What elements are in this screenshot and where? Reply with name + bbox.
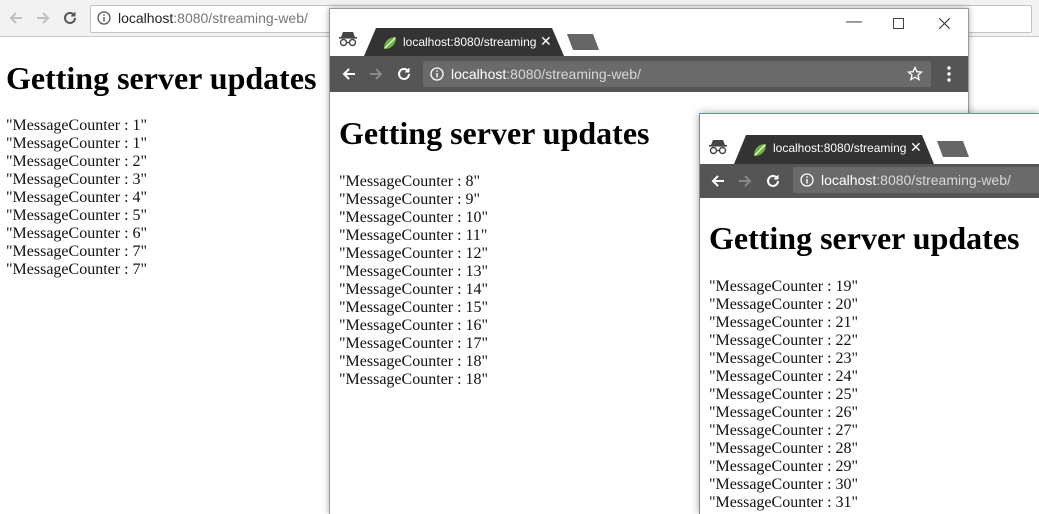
new-tab-button[interactable] (567, 34, 599, 50)
message-line: "MessageCounter : 4" (6, 189, 148, 206)
message-line: "MessageCounter : 19" (709, 278, 859, 295)
message-line: "MessageCounter : 1" (6, 135, 148, 152)
url-text: localhost:8080/streaming-web/ (118, 10, 308, 26)
address-bar[interactable]: localhost:8080/streaming-web/ (423, 61, 931, 87)
close-tab-icon[interactable]: ✕ (540, 33, 552, 50)
message-line: "MessageCounter : 20" (709, 296, 859, 313)
message-line: "MessageCounter : 23" (709, 350, 859, 367)
url-path: :8080/streaming-web/ (876, 172, 1011, 188)
toolbar: localhost:8080/streaming-web/ (700, 164, 1039, 198)
forward-arrow-icon[interactable] (735, 171, 755, 191)
maximize-icon[interactable] (893, 18, 904, 29)
page-title: Getting server updates (709, 220, 1020, 256)
address-bar[interactable]: localhost:8080/streaming-web/ (793, 167, 1039, 193)
tab-active[interactable]: localhost:8080/streaming ✕ (376, 28, 552, 56)
page-title: Getting server updates (339, 115, 650, 151)
message-line: "MessageCounter : 7" (6, 243, 148, 260)
title-bar: localhost:8080/streaming ✕ (700, 114, 1039, 164)
message-line: "MessageCounter : 3" (6, 171, 148, 188)
minimize-icon[interactable]: — (846, 13, 862, 31)
back-arrow-icon[interactable] (6, 8, 26, 28)
message-list: "MessageCounter : 1" "MessageCounter : 1"… (6, 117, 147, 279)
message-line: "MessageCounter : 11" (339, 227, 488, 244)
message-line: "MessageCounter : 26" (709, 404, 859, 421)
spring-leaf-icon (754, 144, 766, 156)
message-list: "MessageCounter : 19" "MessageCounter : 2… (709, 278, 858, 512)
message-line: "MessageCounter : 10" (339, 209, 489, 226)
url-host: localhost (118, 10, 174, 26)
url-host: localhost (451, 66, 507, 82)
reload-icon[interactable] (394, 64, 414, 84)
message-line: "MessageCounter : 16" (339, 317, 489, 334)
back-arrow-icon[interactable] (708, 171, 728, 191)
tab-title: localhost:8080/streaming (773, 141, 906, 155)
message-line: "MessageCounter : 27" (709, 422, 859, 439)
tab-title: localhost:8080/streaming (403, 35, 536, 49)
message-line: "MessageCounter : 8" (339, 173, 481, 190)
message-line: "MessageCounter : 15" (339, 299, 489, 316)
incognito-icon (709, 140, 727, 155)
message-line: "MessageCounter : 24" (709, 368, 859, 385)
url-path: :8080/streaming-web/ (173, 10, 308, 26)
info-icon[interactable] (97, 11, 111, 25)
incognito-icon (339, 32, 357, 47)
info-icon[interactable] (800, 173, 814, 187)
message-line: "MessageCounter : 6" (6, 225, 148, 242)
message-line: "MessageCounter : 18" (339, 353, 489, 370)
message-line: "MessageCounter : 25" (709, 386, 859, 403)
info-icon[interactable] (430, 67, 444, 81)
message-line: "MessageCounter : 13" (339, 263, 489, 280)
message-line: "MessageCounter : 22" (709, 332, 859, 349)
new-tab-button[interactable] (937, 141, 969, 157)
message-line: "MessageCounter : 9" (339, 191, 481, 208)
url-host: localhost (821, 172, 877, 188)
browser-window-3: localhost:8080/streaming ✕ localhost:808… (699, 113, 1039, 514)
title-bar: localhost:8080/streaming ✕ — (330, 9, 968, 56)
reload-icon[interactable] (60, 8, 80, 28)
message-line: "MessageCounter : 12" (339, 245, 489, 262)
url-text: localhost:8080/streaming-web/ (821, 172, 1011, 188)
message-line: "MessageCounter : 5" (6, 207, 148, 224)
message-line: "MessageCounter : 2" (6, 153, 148, 170)
page-title: Getting server updates (6, 60, 317, 96)
forward-arrow-icon[interactable] (366, 64, 386, 84)
message-list: "MessageCounter : 8" "MessageCounter : 9"… (339, 173, 488, 389)
message-line: "MessageCounter : 31" (709, 494, 859, 511)
close-tab-icon[interactable]: ✕ (910, 139, 922, 156)
star-icon[interactable] (907, 66, 923, 82)
kebab-menu-icon[interactable] (947, 66, 951, 82)
window-close-icon[interactable] (939, 18, 950, 29)
toolbar: localhost:8080/streaming-web/ (330, 56, 968, 92)
spring-leaf-icon (384, 37, 396, 49)
message-line: "MessageCounter : 7" (6, 261, 148, 278)
reload-icon[interactable] (763, 171, 783, 191)
url-text: localhost:8080/streaming-web/ (451, 66, 641, 82)
url-path: :8080/streaming-web/ (506, 66, 641, 82)
tab-active[interactable]: localhost:8080/streaming ✕ (746, 135, 922, 163)
forward-arrow-icon[interactable] (33, 8, 53, 28)
message-line: "MessageCounter : 18" (339, 371, 489, 388)
back-arrow-icon[interactable] (339, 64, 359, 84)
message-line: "MessageCounter : 29" (709, 458, 859, 475)
message-line: "MessageCounter : 21" (709, 314, 859, 331)
message-line: "MessageCounter : 1" (6, 117, 148, 134)
message-line: "MessageCounter : 28" (709, 440, 859, 457)
message-line: "MessageCounter : 30" (709, 476, 859, 493)
message-line: "MessageCounter : 14" (339, 281, 489, 298)
message-line: "MessageCounter : 17" (339, 335, 489, 352)
